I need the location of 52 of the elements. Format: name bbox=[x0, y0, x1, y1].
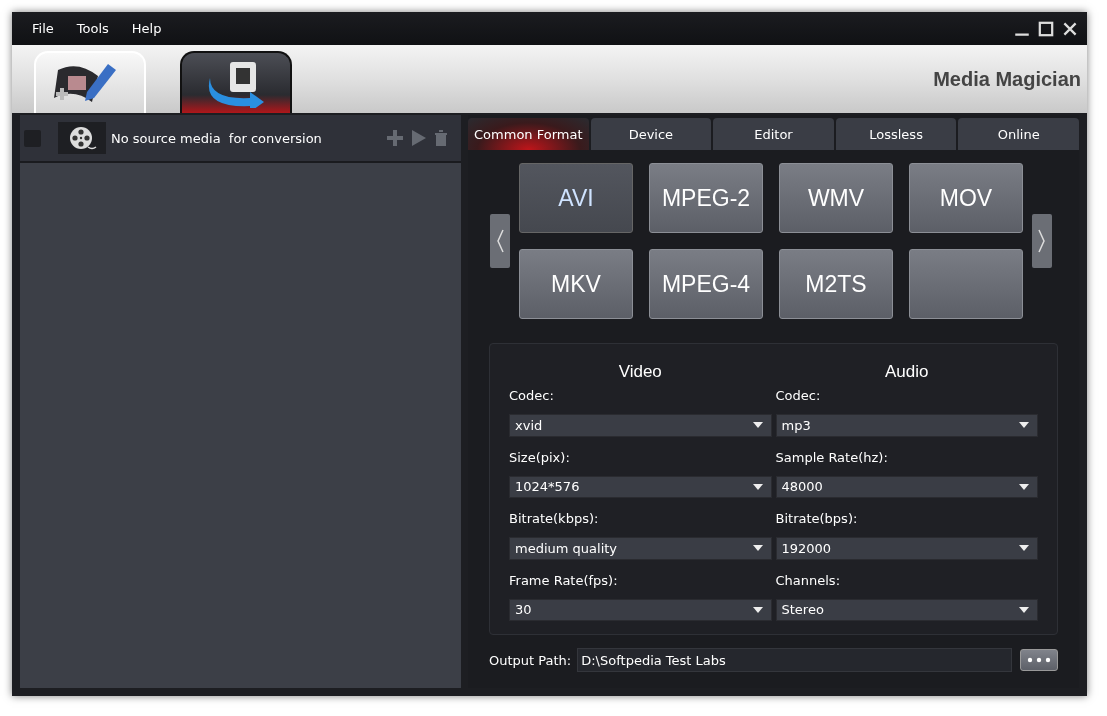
field-label: Size(pix): bbox=[509, 449, 571, 467]
dropdown[interactable]: 48000 bbox=[775, 475, 1038, 498]
film-reel-icon bbox=[58, 122, 106, 154]
menu-item[interactable]: Tools bbox=[76, 21, 109, 36]
mode-tab[interactable] bbox=[180, 51, 292, 113]
dropdown[interactable]: 30 bbox=[509, 598, 772, 621]
section-heading: Video bbox=[617, 362, 663, 382]
output-path-field[interactable]: D:\Softpedia Test Labs bbox=[577, 648, 1012, 672]
format-tile[interactable]: M2TS bbox=[779, 249, 893, 319]
caret-icon bbox=[752, 483, 763, 490]
browse-button[interactable] bbox=[1020, 649, 1058, 671]
maximize-icon[interactable] bbox=[1037, 19, 1055, 38]
more-icon bbox=[1026, 656, 1052, 664]
add-icon[interactable] bbox=[385, 128, 405, 148]
format-tab[interactable]: Editor bbox=[713, 118, 834, 150]
caret-icon bbox=[1019, 545, 1029, 552]
format-tile[interactable]: MPEG-2 bbox=[649, 163, 763, 233]
format-tile[interactable]: AVI bbox=[519, 163, 633, 233]
field-label: Frame Rate(fps): bbox=[509, 572, 619, 590]
field-label: Codec: bbox=[775, 388, 822, 405]
format-tile[interactable]: MPEG-4 bbox=[649, 249, 763, 319]
dropdown[interactable]: mp3 bbox=[775, 414, 1038, 437]
dropdown[interactable]: xvid bbox=[509, 414, 772, 437]
caret-icon bbox=[1019, 422, 1029, 429]
source-message: No source media for conversion bbox=[111, 130, 323, 146]
caret-icon bbox=[1019, 483, 1029, 490]
output-path-label: Output Path: bbox=[489, 652, 572, 668]
dropdown[interactable]: 1024*576 bbox=[509, 475, 772, 498]
section-heading: Audio bbox=[884, 362, 930, 382]
dropdown[interactable]: Stereo bbox=[775, 598, 1038, 621]
caret-icon bbox=[752, 606, 763, 613]
app-title: Media Magician bbox=[933, 67, 1081, 91]
format-tile[interactable]: MOV bbox=[909, 163, 1023, 233]
menu-item[interactable]: Help bbox=[131, 21, 162, 36]
field-label: Codec: bbox=[509, 388, 555, 405]
caret-icon bbox=[1019, 606, 1029, 613]
format-tab[interactable]: Lossless bbox=[835, 118, 957, 150]
format-tile[interactable] bbox=[909, 249, 1023, 319]
caret-icon bbox=[752, 545, 763, 552]
caret-icon bbox=[752, 422, 763, 429]
field-label: Bitrate(kbps): bbox=[509, 511, 600, 528]
format-tab[interactable]: Device bbox=[590, 118, 712, 150]
format-tile[interactable]: MKV bbox=[519, 249, 633, 319]
menu-item[interactable]: File bbox=[32, 21, 54, 36]
dropdown[interactable]: medium quality bbox=[509, 537, 772, 560]
dropdown[interactable]: 192000 bbox=[775, 537, 1038, 560]
format-tab[interactable]: Common Format bbox=[468, 118, 589, 150]
field-label: Channels: bbox=[775, 572, 842, 590]
format-tab[interactable]: Online bbox=[958, 118, 1079, 150]
field-label: Sample Rate(hz): bbox=[775, 449, 889, 467]
field-label: Bitrate(bps): bbox=[775, 511, 859, 528]
format-tile[interactable]: WMV bbox=[779, 163, 893, 233]
